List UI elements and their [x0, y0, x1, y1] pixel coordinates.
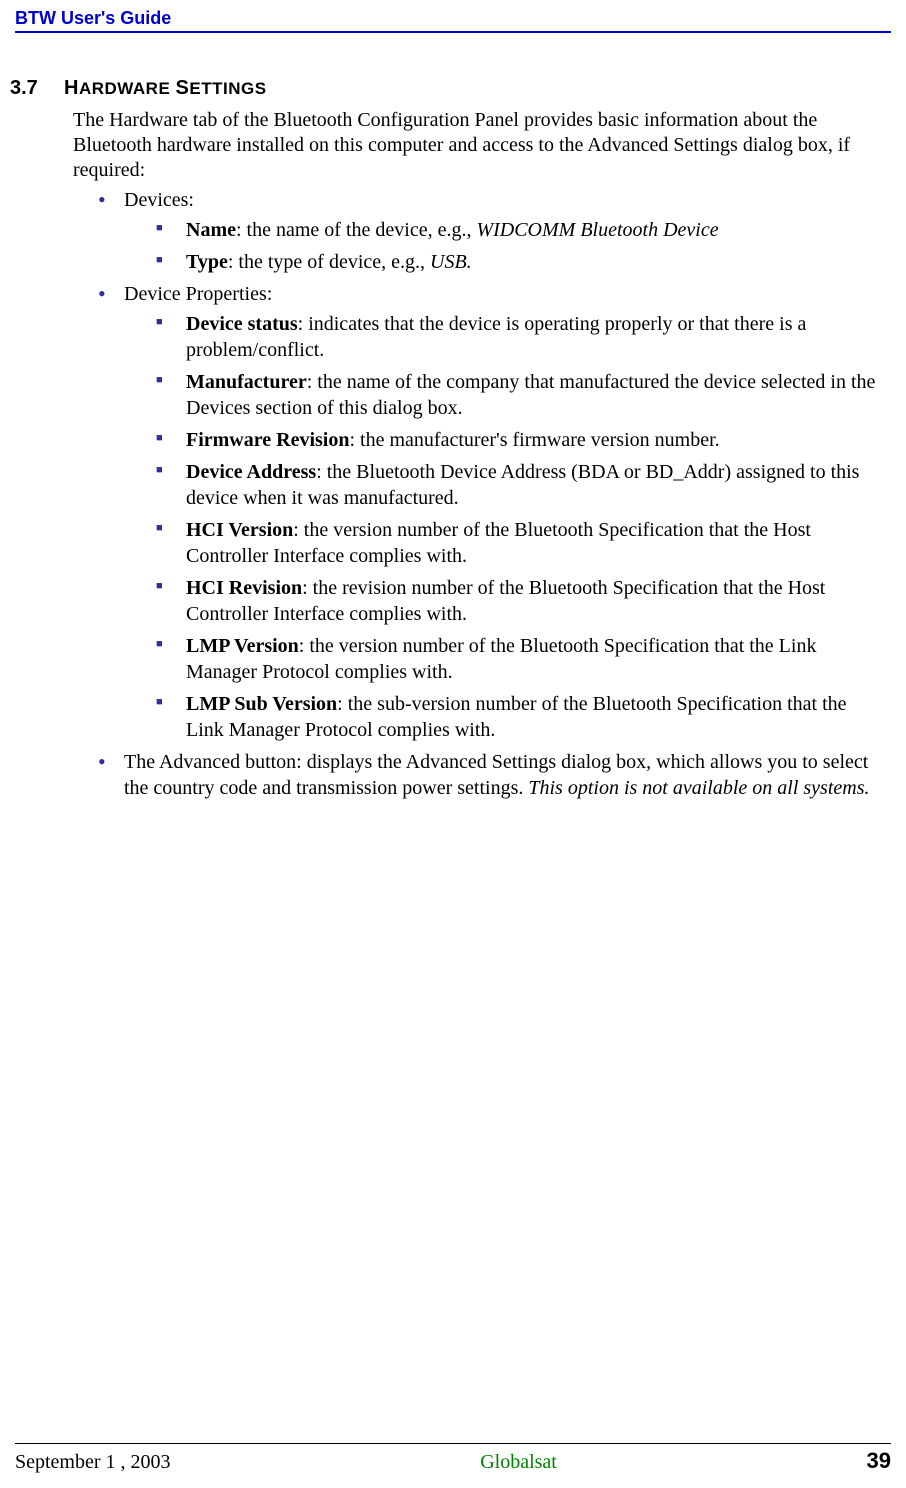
sub-device-address: Device Address: the Bluetooth Device Add…	[156, 459, 886, 511]
page-footer: September 1 , 2003 Globalsat 39	[15, 1443, 891, 1474]
desc-type: : the type of device, e.g.,	[228, 251, 430, 273]
page-content: 3.7 HARDWARE SETTINGS The Hardware tab o…	[0, 37, 906, 801]
example-name: WIDCOMM Bluetooth Device	[476, 219, 718, 241]
term-manufacturer: Manufacturer	[186, 371, 307, 393]
term-name: Name	[186, 219, 236, 241]
header-title: BTW User's Guide	[15, 8, 891, 29]
term-firmware: Firmware Revision	[186, 429, 350, 451]
term-lmp-version: LMP Version	[186, 635, 299, 657]
sub-lmp-version: LMP Version: the version number of the B…	[156, 633, 886, 685]
header-divider	[15, 31, 891, 33]
devices-label: Devices:	[124, 189, 194, 211]
bullet-advanced: The Advanced button: displays the Advanc…	[98, 749, 886, 801]
bullet-properties: Device Properties: Device status: indica…	[98, 281, 886, 743]
advanced-italic: This option is not available on all syst…	[528, 777, 869, 799]
footer-center: Globalsat	[480, 1451, 557, 1474]
term-lmp-sub: LMP Sub Version	[186, 693, 337, 715]
sub-manufacturer: Manufacturer: the name of the company th…	[156, 369, 886, 421]
sub-hci-version: HCI Version: the version number of the B…	[156, 517, 886, 569]
term-device-status: Device status	[186, 313, 298, 335]
section-intro: The Hardware tab of the Bluetooth Config…	[73, 108, 886, 183]
section-number: 3.7	[10, 77, 64, 100]
sub-lmp-sub: LMP Sub Version: the sub-version number …	[156, 691, 886, 743]
desc-firmware: : the manufacturer's firmware version nu…	[350, 429, 720, 451]
section-title: HARDWARE SETTINGS	[64, 77, 267, 100]
bullet-devices: Devices: Name: the name of the device, e…	[98, 187, 886, 275]
properties-label: Device Properties:	[124, 283, 272, 305]
sub-type: Type: the type of device, e.g., USB.	[156, 249, 886, 275]
footer-divider	[15, 1443, 891, 1444]
footer-page-number: 39	[867, 1448, 891, 1474]
properties-sublist: Device status: indicates that the device…	[156, 311, 886, 743]
sub-hci-revision: HCI Revision: the revision number of the…	[156, 575, 886, 627]
desc-name: : the name of the device, e.g.,	[236, 219, 476, 241]
sub-name: Name: the name of the device, e.g., WIDC…	[156, 217, 886, 243]
section-header: 3.7 HARDWARE SETTINGS	[10, 77, 886, 100]
page-header: BTW User's Guide	[0, 0, 906, 37]
devices-sublist: Name: the name of the device, e.g., WIDC…	[156, 217, 886, 275]
sub-device-status: Device status: indicates that the device…	[156, 311, 886, 363]
term-hci-version: HCI Version	[186, 519, 293, 541]
term-hci-revision: HCI Revision	[186, 577, 302, 599]
main-bullet-list: Devices: Name: the name of the device, e…	[98, 187, 886, 801]
sub-firmware: Firmware Revision: the manufacturer's fi…	[156, 427, 886, 453]
example-type: USB.	[430, 251, 472, 273]
footer-date: September 1 , 2003	[15, 1451, 171, 1474]
term-device-address: Device Address	[186, 461, 316, 483]
term-type: Type	[186, 251, 228, 273]
footer-row: September 1 , 2003 Globalsat 39	[15, 1448, 891, 1474]
